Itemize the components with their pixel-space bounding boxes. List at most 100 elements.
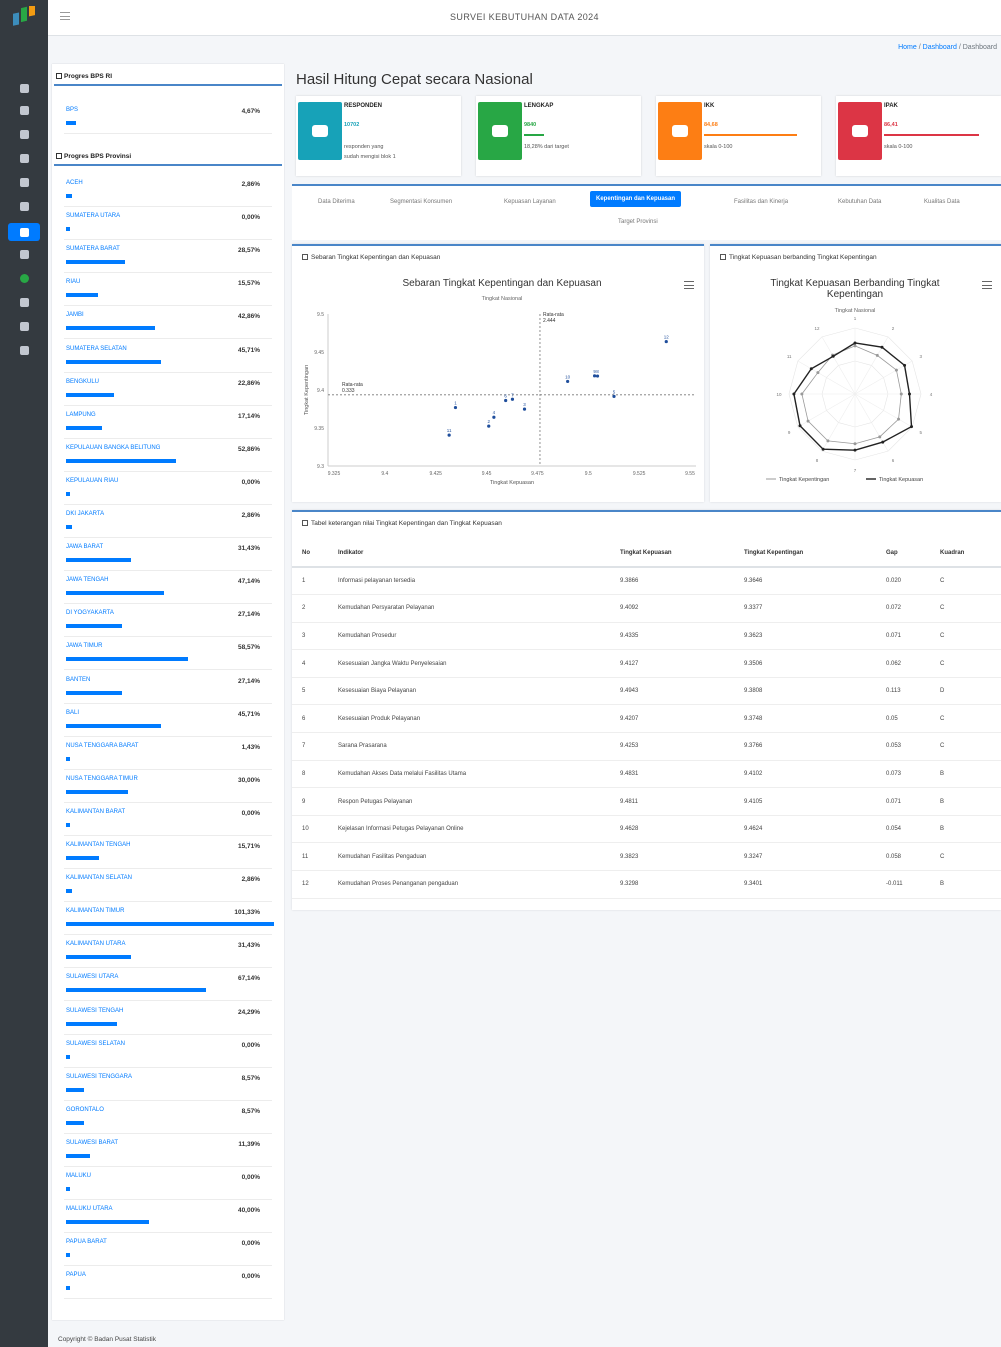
tab-kebutuhan-data[interactable]: Kebutuhan Data	[832, 194, 887, 210]
progress-label[interactable]: KALIMANTAN UTARA	[66, 941, 125, 947]
radar-point[interactable]	[881, 440, 885, 444]
radar-point[interactable]	[806, 419, 810, 423]
radar-point[interactable]	[875, 353, 879, 357]
scatter-point[interactable]	[453, 405, 458, 410]
progress-label[interactable]: SULAWESI SELATAN	[66, 1041, 125, 1047]
user-icon[interactable]	[8, 223, 40, 241]
radar-point[interactable]	[798, 424, 802, 428]
radar-point[interactable]	[907, 392, 911, 396]
progress-label[interactable]: SUMATERA UTARA	[66, 213, 120, 219]
progress-label[interactable]: LAMPUNG	[66, 412, 96, 418]
radar-point[interactable]	[826, 439, 830, 443]
radar-point[interactable]	[853, 341, 857, 345]
progress-label[interactable]: NUSA TENGGARA BARAT	[66, 743, 138, 749]
progress-label[interactable]: PAPUA BARAT	[66, 1239, 107, 1245]
progress-label[interactable]: MALUKU	[66, 1173, 91, 1179]
scatter-point[interactable]	[592, 374, 597, 378]
progress-label[interactable]: BPS	[66, 107, 78, 113]
flag-icon[interactable]	[18, 248, 30, 260]
progress-label[interactable]: ACEH	[66, 180, 83, 186]
scatter-point[interactable]	[510, 397, 515, 401]
radar-point[interactable]	[800, 392, 804, 396]
tab-kepuasan-layanan[interactable]: Kepuasan Layanan	[498, 194, 562, 210]
tab-kepentingan-dan-kepuasan[interactable]: Kepentingan dan Kepuasan	[590, 191, 682, 207]
sign-out-icon[interactable]	[18, 344, 30, 356]
scatter-point[interactable]	[487, 424, 491, 428]
home-icon[interactable]	[18, 104, 30, 116]
file-icon[interactable]	[18, 176, 30, 188]
tab-segmentasi-konsumen[interactable]: Segmentasi Konsumen	[384, 194, 458, 210]
radar-point[interactable]	[816, 371, 820, 375]
progress-label[interactable]: SUMATERA BARAT	[66, 246, 120, 252]
tachometer-icon[interactable]	[18, 82, 30, 94]
radar-point[interactable]	[880, 345, 884, 349]
breadcrumb-section[interactable]: Dashboard	[923, 44, 957, 51]
column-header[interactable]: Gap	[876, 540, 930, 568]
tab-data-diterima[interactable]: Data Diterima	[312, 194, 361, 210]
radar-point[interactable]	[894, 368, 898, 372]
progress-label[interactable]: BALI	[66, 710, 79, 716]
scatter-point[interactable]	[612, 394, 616, 398]
progress-label[interactable]: SULAWESI TENGAH	[66, 1008, 123, 1014]
radar-point[interactable]	[878, 435, 882, 439]
folder-icon[interactable]	[18, 320, 30, 332]
progress-label[interactable]: MALUKU UTARA	[66, 1206, 113, 1212]
radar-point[interactable]	[831, 354, 835, 358]
scatter-point[interactable]	[447, 433, 451, 437]
scatter-point[interactable]	[492, 415, 496, 419]
progress-label[interactable]: SULAWESI TENGGARA	[66, 1074, 132, 1080]
scatter-point[interactable]	[522, 407, 527, 411]
breadcrumb-home[interactable]: Home	[898, 44, 917, 51]
progress-label[interactable]: GORONTALO	[66, 1107, 104, 1113]
file-alt-icon[interactable]	[18, 296, 30, 308]
progress-label[interactable]: KEPULAUAN RIAU	[66, 478, 118, 484]
tab-fasilitas-dan-kinerja[interactable]: Fasilitas dan Kinerja	[728, 194, 794, 210]
scatter-point[interactable]	[566, 379, 570, 384]
column-header[interactable]: Tingkat Kepuasan	[610, 540, 734, 568]
column-header[interactable]: Kuadran	[930, 540, 1001, 568]
progress-label[interactable]: PAPUA	[66, 1272, 86, 1278]
radar-point[interactable]	[821, 447, 825, 451]
progress-label[interactable]: SULAWESI BARAT	[66, 1140, 118, 1146]
radar-point[interactable]	[853, 344, 857, 348]
tab-target-provinsi[interactable]: Target Provinsi	[612, 214, 664, 230]
progress-label[interactable]: DI YOGYAKARTA	[66, 610, 114, 616]
progress-label[interactable]: SULAWESI UTARA	[66, 974, 118, 980]
scatter-point[interactable]	[595, 374, 600, 378]
column-header[interactable]: Indikator	[328, 540, 610, 568]
scatter-point[interactable]	[504, 398, 508, 403]
progress-label[interactable]: BENGKULU	[66, 379, 99, 385]
legend-kepentingan[interactable]: Tingkat Kepentingan	[779, 477, 829, 483]
radar-point[interactable]	[853, 448, 857, 452]
column-header[interactable]: Tingkat Kepentingan	[734, 540, 876, 568]
progress-label[interactable]: SUMATERA SELATAN	[66, 346, 127, 352]
logo-icon[interactable]	[12, 6, 36, 28]
progress-label[interactable]: KALIMANTAN BARAT	[66, 809, 125, 815]
scatter-point[interactable]	[664, 339, 668, 344]
progress-label[interactable]: KALIMANTAN SELATAN	[66, 875, 132, 881]
progress-label[interactable]: NUSA TENGGARA TIMUR	[66, 776, 138, 782]
radar-point[interactable]	[809, 367, 813, 371]
progress-label[interactable]: RIAU	[66, 279, 80, 285]
radar-point[interactable]	[910, 425, 914, 429]
tab-kualitas-data[interactable]: Kualitas Data	[918, 194, 966, 210]
circle-icon[interactable]	[18, 272, 30, 284]
radar-point[interactable]	[853, 442, 857, 446]
progress-label[interactable]: KEPULAUAN BANGKA BELITUNG	[66, 445, 160, 451]
progress-label[interactable]: JAWA TIMUR	[66, 643, 102, 649]
progress-label[interactable]: KALIMANTAN TENGAH	[66, 842, 130, 848]
radar-point[interactable]	[903, 363, 907, 367]
progress-label[interactable]: KALIMANTAN TIMUR	[66, 908, 124, 914]
radar-point[interactable]	[792, 392, 796, 396]
progress-label[interactable]: JAWA TENGAH	[66, 577, 108, 583]
progress-label[interactable]: DKI JAKARTA	[66, 511, 104, 517]
progress-label[interactable]: BANTEN	[66, 677, 90, 683]
radar-point[interactable]	[899, 392, 903, 396]
column-header[interactable]: No	[292, 540, 328, 568]
chart-icon[interactable]	[18, 152, 30, 164]
table-icon[interactable]	[18, 200, 30, 212]
radar-point[interactable]	[897, 417, 901, 421]
legend-kepuasan[interactable]: Tingkat Kepuasan	[879, 477, 923, 483]
progress-label[interactable]: JAWA BARAT	[66, 544, 103, 550]
book-icon[interactable]	[18, 128, 30, 140]
